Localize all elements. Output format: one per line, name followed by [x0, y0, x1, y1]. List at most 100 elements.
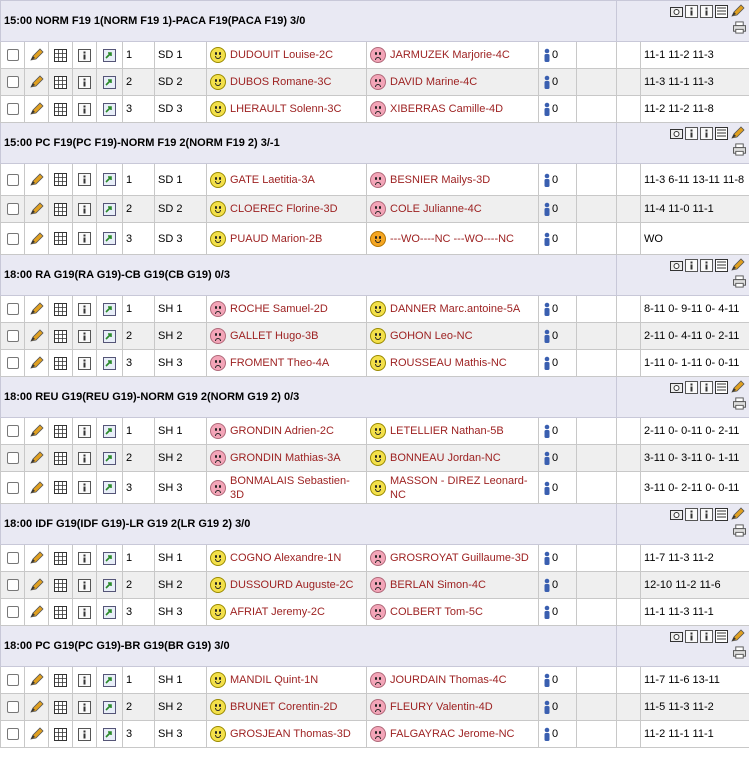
player1-name[interactable]: PUAUD Marion-2B [230, 232, 322, 246]
print-icon[interactable] [733, 21, 747, 34]
pencil-icon[interactable] [730, 258, 746, 272]
print-icon[interactable] [733, 524, 747, 537]
player2-name[interactable]: FLEURY Valentin-4D [390, 700, 493, 714]
player2-name[interactable]: LETELLIER Nathan-5B [390, 424, 504, 438]
export-icon[interactable] [103, 75, 116, 89]
export-icon[interactable] [103, 232, 116, 245]
match-checkbox[interactable] [6, 481, 19, 494]
player2-name[interactable]: DAVID Marine-4C [390, 75, 477, 89]
info-icon[interactable] [78, 551, 91, 565]
info-icon[interactable] [78, 451, 91, 465]
team-photo-icon[interactable] [670, 508, 684, 521]
edit-pencil-icon[interactable] [29, 102, 45, 115]
team-photo-icon[interactable] [670, 381, 684, 394]
player1-name[interactable]: GRONDIN Mathias-3A [230, 451, 341, 465]
match-checkbox[interactable] [6, 606, 19, 619]
stats-icon[interactable] [715, 629, 729, 643]
info-icon[interactable] [78, 75, 91, 89]
print-icon[interactable] [733, 397, 747, 410]
match-checkbox[interactable] [6, 552, 19, 565]
player1-name[interactable]: CLOEREC Florine-3D [230, 202, 338, 216]
info-icon[interactable] [685, 507, 699, 521]
grid-icon[interactable] [54, 673, 67, 687]
export-icon[interactable] [103, 102, 116, 116]
print-icon[interactable] [733, 143, 747, 156]
pencil-icon[interactable] [730, 380, 746, 394]
export-icon[interactable] [103, 48, 116, 62]
export-icon[interactable] [103, 673, 116, 687]
pencil-icon[interactable] [730, 4, 746, 18]
player2-name[interactable]: XIBERRAS Camille-4D [390, 102, 503, 116]
player1-name[interactable]: GROSJEAN Thomas-3D [230, 727, 351, 741]
info-icon[interactable] [685, 629, 699, 643]
grid-icon[interactable] [54, 356, 67, 370]
match-checkbox[interactable] [6, 579, 19, 592]
match-checkbox[interactable] [6, 701, 19, 714]
info-icon[interactable] [78, 302, 91, 316]
info-icon[interactable] [700, 258, 714, 272]
export-icon[interactable] [103, 727, 116, 741]
info-icon[interactable] [78, 424, 91, 438]
match-checkbox[interactable] [6, 232, 19, 245]
export-icon[interactable] [103, 302, 116, 316]
stats-icon[interactable] [715, 4, 729, 18]
info-icon[interactable] [78, 232, 91, 245]
match-checkbox[interactable] [6, 303, 19, 316]
info-icon[interactable] [700, 380, 714, 394]
edit-pencil-icon[interactable] [29, 202, 45, 215]
grid-icon[interactable] [54, 102, 67, 116]
player2-name[interactable]: BERLAN Simon-4C [390, 578, 486, 592]
edit-pencil-icon[interactable] [29, 605, 45, 618]
edit-pencil-icon[interactable] [29, 451, 45, 464]
match-checkbox[interactable] [6, 357, 19, 370]
edit-pencil-icon[interactable] [29, 578, 45, 591]
player1-name[interactable]: FROMENT Theo-4A [230, 356, 329, 370]
export-icon[interactable] [103, 578, 116, 592]
match-checkbox[interactable] [6, 76, 19, 89]
player1-name[interactable]: COGNO Alexandre-1N [230, 551, 341, 565]
grid-icon[interactable] [54, 578, 67, 592]
edit-pencil-icon[interactable] [29, 424, 45, 437]
match-checkbox[interactable] [6, 173, 19, 186]
match-checkbox[interactable] [6, 674, 19, 687]
player1-name[interactable]: BRUNET Corentin-2D [230, 700, 337, 714]
player1-name[interactable]: ROCHE Samuel-2D [230, 302, 328, 316]
grid-icon[interactable] [54, 48, 67, 62]
stats-icon[interactable] [715, 126, 729, 140]
team-photo-icon[interactable] [670, 5, 684, 18]
team-photo-icon[interactable] [670, 630, 684, 643]
player1-name[interactable]: GRONDIN Adrien-2C [230, 424, 334, 438]
info-icon[interactable] [78, 673, 91, 687]
edit-pencil-icon[interactable] [29, 48, 45, 61]
player2-name[interactable]: MASSON - DIREZ Leonard-NC [390, 474, 535, 502]
grid-icon[interactable] [54, 700, 67, 714]
player2-name[interactable]: FALGAYRAC Jerome-NC [390, 727, 515, 741]
edit-pencil-icon[interactable] [29, 673, 45, 686]
player2-name[interactable]: DANNER Marc.antoine-5A [390, 302, 520, 316]
grid-icon[interactable] [54, 481, 67, 494]
edit-pencil-icon[interactable] [29, 356, 45, 369]
info-icon[interactable] [700, 629, 714, 643]
info-icon[interactable] [78, 727, 91, 741]
edit-pencil-icon[interactable] [29, 329, 45, 342]
info-icon[interactable] [78, 329, 91, 343]
info-icon[interactable] [700, 126, 714, 140]
edit-pencil-icon[interactable] [29, 480, 45, 494]
export-icon[interactable] [103, 173, 116, 186]
player2-name[interactable]: BESNIER Mailys-3D [390, 173, 490, 187]
player2-name[interactable]: GOHON Leo-NC [390, 329, 473, 343]
player2-name[interactable]: COLBERT Tom-5C [390, 605, 483, 619]
player1-name[interactable]: GATE Laetitia-3A [230, 173, 315, 187]
export-icon[interactable] [103, 329, 116, 343]
team-photo-icon[interactable] [670, 127, 684, 140]
player1-name[interactable]: AFRIAT Jeremy-2C [230, 605, 325, 619]
player1-name[interactable]: DUBOS Romane-3C [230, 75, 331, 89]
player2-name[interactable]: GROSROYAT Guillaume-3D [390, 551, 529, 565]
export-icon[interactable] [103, 700, 116, 714]
info-icon[interactable] [685, 258, 699, 272]
grid-icon[interactable] [54, 451, 67, 465]
info-icon[interactable] [78, 48, 91, 62]
player2-name[interactable]: JARMUZEK Marjorie-4C [390, 48, 510, 62]
match-checkbox[interactable] [6, 728, 19, 741]
info-icon[interactable] [78, 578, 91, 592]
